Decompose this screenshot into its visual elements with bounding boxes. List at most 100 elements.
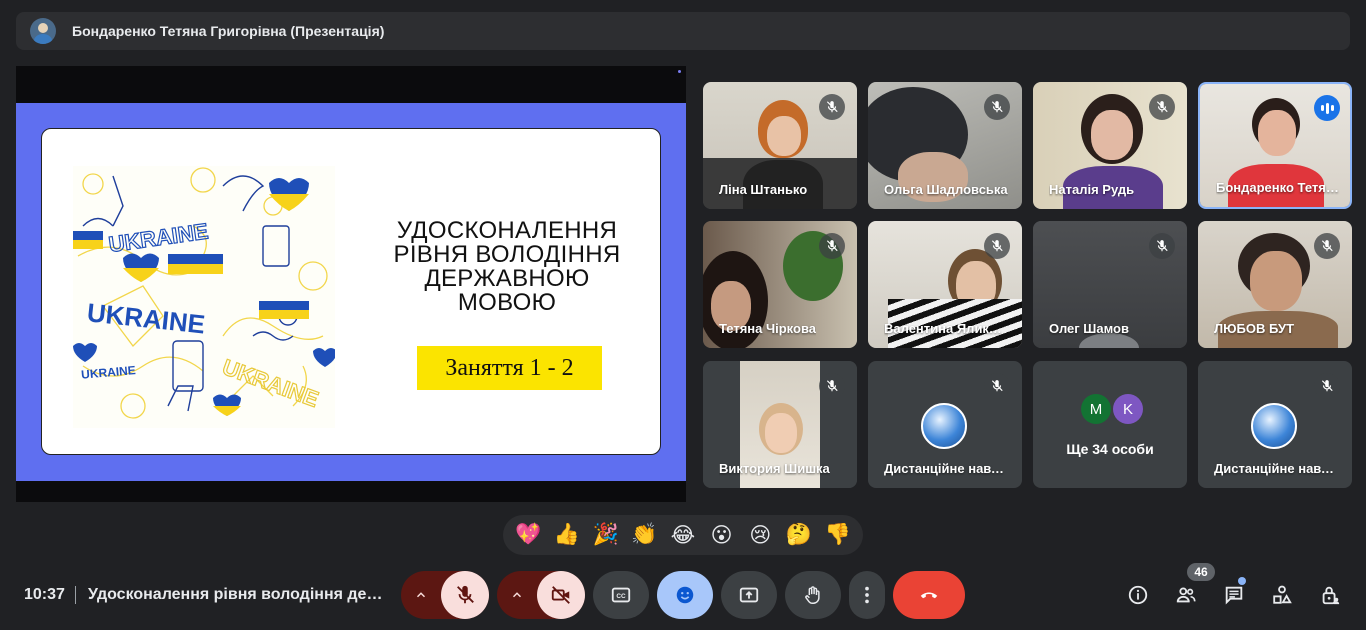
reactions-bar: 💖 👍 🎉 👏 😂 😮 😢 🤔 👎 bbox=[503, 515, 863, 555]
present-screen-icon bbox=[739, 587, 759, 603]
shapes-icon bbox=[1273, 585, 1292, 604]
presentation-stage[interactable]: UKRAINE UKRAINE UKRAINE UKRAINE УДОСКОНА… bbox=[16, 66, 686, 502]
end-call-icon bbox=[920, 592, 938, 599]
muted-mic-icon bbox=[984, 373, 1010, 399]
captions-button[interactable]: CC bbox=[593, 571, 649, 619]
slide-title-line-3: ДЕРЖАВНОЮ bbox=[424, 265, 590, 292]
participants-count-badge: 46 bbox=[1187, 563, 1215, 581]
muted-mic-icon bbox=[1314, 373, 1340, 399]
avatar: K bbox=[1113, 394, 1143, 424]
info-icon bbox=[1128, 585, 1148, 605]
reaction-surprised[interactable]: 😮 bbox=[704, 523, 740, 548]
participant-name: Бондаренко Тетяна bbox=[1216, 180, 1340, 195]
slide-background: UKRAINE UKRAINE UKRAINE UKRAINE УДОСКОНА… bbox=[16, 103, 686, 481]
lock-person-icon bbox=[1322, 586, 1340, 605]
camera-off-icon bbox=[551, 586, 570, 604]
leave-call-button[interactable] bbox=[893, 571, 965, 619]
camera-options-chevron-icon[interactable] bbox=[497, 571, 537, 619]
muted-mic-icon bbox=[984, 94, 1010, 120]
slide-title-line-1: УДОСКОНАЛЕННЯ bbox=[396, 217, 618, 244]
muted-mic-icon bbox=[1149, 233, 1175, 259]
people-icon bbox=[1176, 587, 1196, 603]
art-word-4: UKRAINE bbox=[81, 363, 137, 382]
camera-toggle-button[interactable] bbox=[537, 571, 585, 619]
participant-tile[interactable]: Ольга Шадловська bbox=[868, 82, 1022, 209]
reaction-thumbs-up[interactable]: 👍 bbox=[549, 523, 585, 547]
participant-name: Ліна Штанько bbox=[719, 182, 808, 197]
participant-tile-speaking[interactable]: Бондаренко Тетяна bbox=[1198, 82, 1352, 209]
chat-button[interactable] bbox=[1221, 582, 1247, 608]
mic-control-group bbox=[401, 571, 489, 619]
speaking-indicator-icon bbox=[1314, 95, 1340, 121]
participant-tile[interactable]: Олег Шамов bbox=[1033, 221, 1187, 348]
ukraine-doodle-image: UKRAINE UKRAINE UKRAINE UKRAINE bbox=[73, 167, 335, 419]
participant-tile[interactable]: Валентина Яликова bbox=[868, 221, 1022, 348]
presentation-indicator bbox=[678, 70, 681, 73]
more-avatars: M K bbox=[1081, 394, 1143, 424]
host-controls-button[interactable] bbox=[1317, 582, 1343, 608]
participants-button[interactable] bbox=[1173, 582, 1199, 608]
activities-button[interactable] bbox=[1269, 582, 1295, 608]
reaction-thinking[interactable]: 🤔 bbox=[781, 523, 817, 547]
divider bbox=[75, 586, 76, 604]
participant-name: Тетяна Чіркова bbox=[719, 321, 817, 336]
participant-tile[interactable]: Тетяна Чіркова bbox=[703, 221, 857, 348]
participant-name: Ольга Шадловська bbox=[884, 182, 1008, 197]
reaction-sparkling-heart[interactable]: 💖 bbox=[510, 523, 546, 547]
reaction-clapping[interactable]: 👏 bbox=[626, 523, 662, 547]
more-vert-icon bbox=[865, 586, 869, 604]
present-screen-button[interactable] bbox=[721, 571, 777, 619]
more-participants-tile[interactable]: M K Ще 34 особи bbox=[1033, 361, 1187, 488]
more-options-button[interactable] bbox=[849, 571, 885, 619]
participant-name: ЛЮБОВ БУТ bbox=[1214, 321, 1295, 336]
closed-captions-icon: CC bbox=[611, 587, 631, 603]
globe-avatar-icon bbox=[1251, 403, 1297, 449]
participant-tile[interactable]: Наталія Рудь bbox=[1033, 82, 1187, 209]
muted-mic-icon bbox=[819, 233, 845, 259]
muted-mic-icon bbox=[984, 233, 1010, 259]
presenter-bar: Бондаренко Тетяна Григорівна (Презентаці… bbox=[16, 12, 1350, 50]
lesson-label: Заняття 1 - 2 bbox=[417, 346, 602, 390]
slide-title-line-2: РІВНЯ ВОЛОДІННЯ bbox=[393, 241, 621, 268]
mic-options-chevron-icon[interactable] bbox=[401, 571, 441, 619]
slide-title: УДОСКОНАЛЕННЯ РІВНЯ ВОЛОДІННЯ ДЕРЖАВНОЮ … bbox=[372, 219, 642, 315]
participant-name: Олег Шамов bbox=[1049, 321, 1129, 336]
clock: 10:37 bbox=[24, 586, 65, 603]
meeting-details-button[interactable] bbox=[1125, 582, 1151, 608]
smiley-icon bbox=[676, 586, 694, 604]
mic-toggle-button[interactable] bbox=[441, 571, 489, 619]
chat-icon bbox=[1225, 586, 1243, 605]
slide-title-line-4: МОВОЮ bbox=[457, 289, 557, 316]
mic-off-icon bbox=[457, 585, 474, 604]
art-word-2: UKRAINE bbox=[86, 297, 207, 339]
presenter-avatar bbox=[30, 18, 56, 44]
raise-hand-button[interactable] bbox=[785, 571, 841, 619]
muted-mic-icon bbox=[819, 94, 845, 120]
participant-tile[interactable]: Дистанційне навчання bbox=[1198, 361, 1352, 488]
slide: UKRAINE UKRAINE UKRAINE UKRAINE УДОСКОНА… bbox=[41, 128, 661, 455]
emoji-reactions-button[interactable] bbox=[657, 571, 713, 619]
participant-name: Валентина Яликова bbox=[884, 321, 1008, 336]
svg-text:CC: CC bbox=[616, 593, 626, 600]
muted-mic-icon bbox=[1314, 233, 1340, 259]
chat-unread-dot bbox=[1238, 577, 1246, 585]
muted-mic-icon bbox=[819, 373, 845, 399]
reaction-laughing[interactable]: 😂 bbox=[665, 523, 701, 548]
presenter-title: Бондаренко Тетяна Григорівна (Презентаці… bbox=[72, 23, 385, 39]
participant-name: Наталія Рудь bbox=[1049, 182, 1135, 197]
reaction-party-popper[interactable]: 🎉 bbox=[588, 523, 624, 547]
hand-icon bbox=[805, 586, 820, 604]
participant-tile[interactable]: ЛЮБОВ БУТ bbox=[1198, 221, 1352, 348]
participant-name: Дистанційне навчання bbox=[1214, 461, 1338, 476]
globe-avatar-icon bbox=[921, 403, 967, 449]
reaction-sad[interactable]: 😢 bbox=[742, 523, 778, 548]
meeting-title: Удосконалення рівня володіння державною … bbox=[88, 586, 388, 603]
muted-mic-icon bbox=[1149, 94, 1175, 120]
participant-tile[interactable]: Ліна Штанько bbox=[703, 82, 857, 209]
participant-name: Дистанційне навчання bbox=[884, 461, 1008, 476]
camera-control-group bbox=[497, 571, 585, 619]
participant-tile[interactable]: Дистанційне навчання bbox=[868, 361, 1022, 488]
reaction-thumbs-down[interactable]: 👎 bbox=[820, 523, 856, 547]
participant-tile[interactable]: Виктория Шишка bbox=[703, 361, 857, 488]
more-participants-label: Ще 34 особи bbox=[1066, 441, 1154, 457]
